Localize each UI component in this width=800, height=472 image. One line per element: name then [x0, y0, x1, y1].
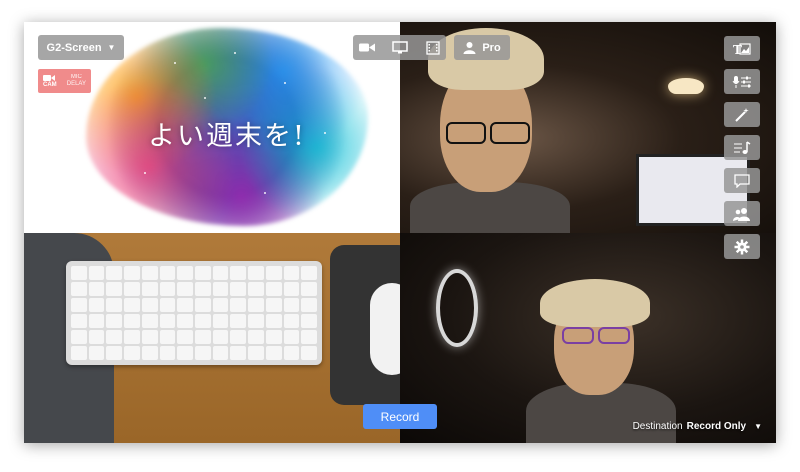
person-hair	[540, 279, 650, 327]
destination-label: Destination	[632, 421, 683, 432]
record-button[interactable]: Record	[363, 404, 437, 429]
keyboard-view	[66, 261, 322, 365]
background-lamp	[668, 78, 704, 94]
settings-button[interactable]	[724, 234, 760, 259]
gear-icon	[734, 239, 750, 255]
guests-button[interactable]	[724, 201, 760, 226]
cam-indicator: CAM	[43, 74, 57, 89]
title-image-button[interactable]: T	[724, 36, 760, 61]
pro-plan-button[interactable]: Pro	[454, 35, 510, 60]
cam-mic-delay-badge[interactable]: CAM MIC DELAY	[38, 69, 91, 93]
camera-tile-wide[interactable]	[400, 233, 776, 443]
monitor-icon[interactable]	[392, 41, 409, 54]
source-selector-label: G2-Screen	[46, 41, 102, 54]
camera-tile-desk[interactable]	[24, 233, 400, 443]
chevron-down-icon: ▼	[107, 43, 116, 52]
view-toolbar	[353, 35, 446, 60]
source-selector[interactable]: G2-Screen ▼	[38, 35, 124, 60]
effects-button[interactable]	[724, 102, 760, 127]
music-list-icon	[733, 140, 751, 155]
camera-icon[interactable]	[358, 42, 375, 53]
magic-wand-icon	[734, 107, 750, 123]
film-icon[interactable]	[426, 40, 440, 55]
plan-label: Pro	[482, 41, 501, 54]
destination-selector[interactable]: Destination Record Only ▼	[633, 421, 762, 432]
mic-settings-icon	[732, 75, 752, 89]
mouse	[370, 283, 400, 375]
live-studio-window: よい週末を! G2-Screen ▼ CAM MIC DELAY Pro T R…	[24, 22, 776, 443]
music-button[interactable]	[724, 135, 760, 160]
greeting-text: よい週末を!	[148, 121, 306, 152]
chevron-down-icon: ▼	[754, 422, 762, 431]
destination-value: Record Only	[686, 421, 747, 432]
mic-delay-label: MIC DELAY	[66, 74, 86, 87]
cam-label: CAM	[43, 81, 57, 88]
user-icon	[463, 41, 476, 54]
guests-icon	[733, 207, 751, 221]
chat-button[interactable]	[724, 168, 760, 193]
title-image-icon: T	[733, 42, 751, 56]
chat-icon	[734, 173, 750, 188]
audio-settings-button[interactable]	[724, 69, 760, 94]
ring-light	[436, 269, 478, 347]
